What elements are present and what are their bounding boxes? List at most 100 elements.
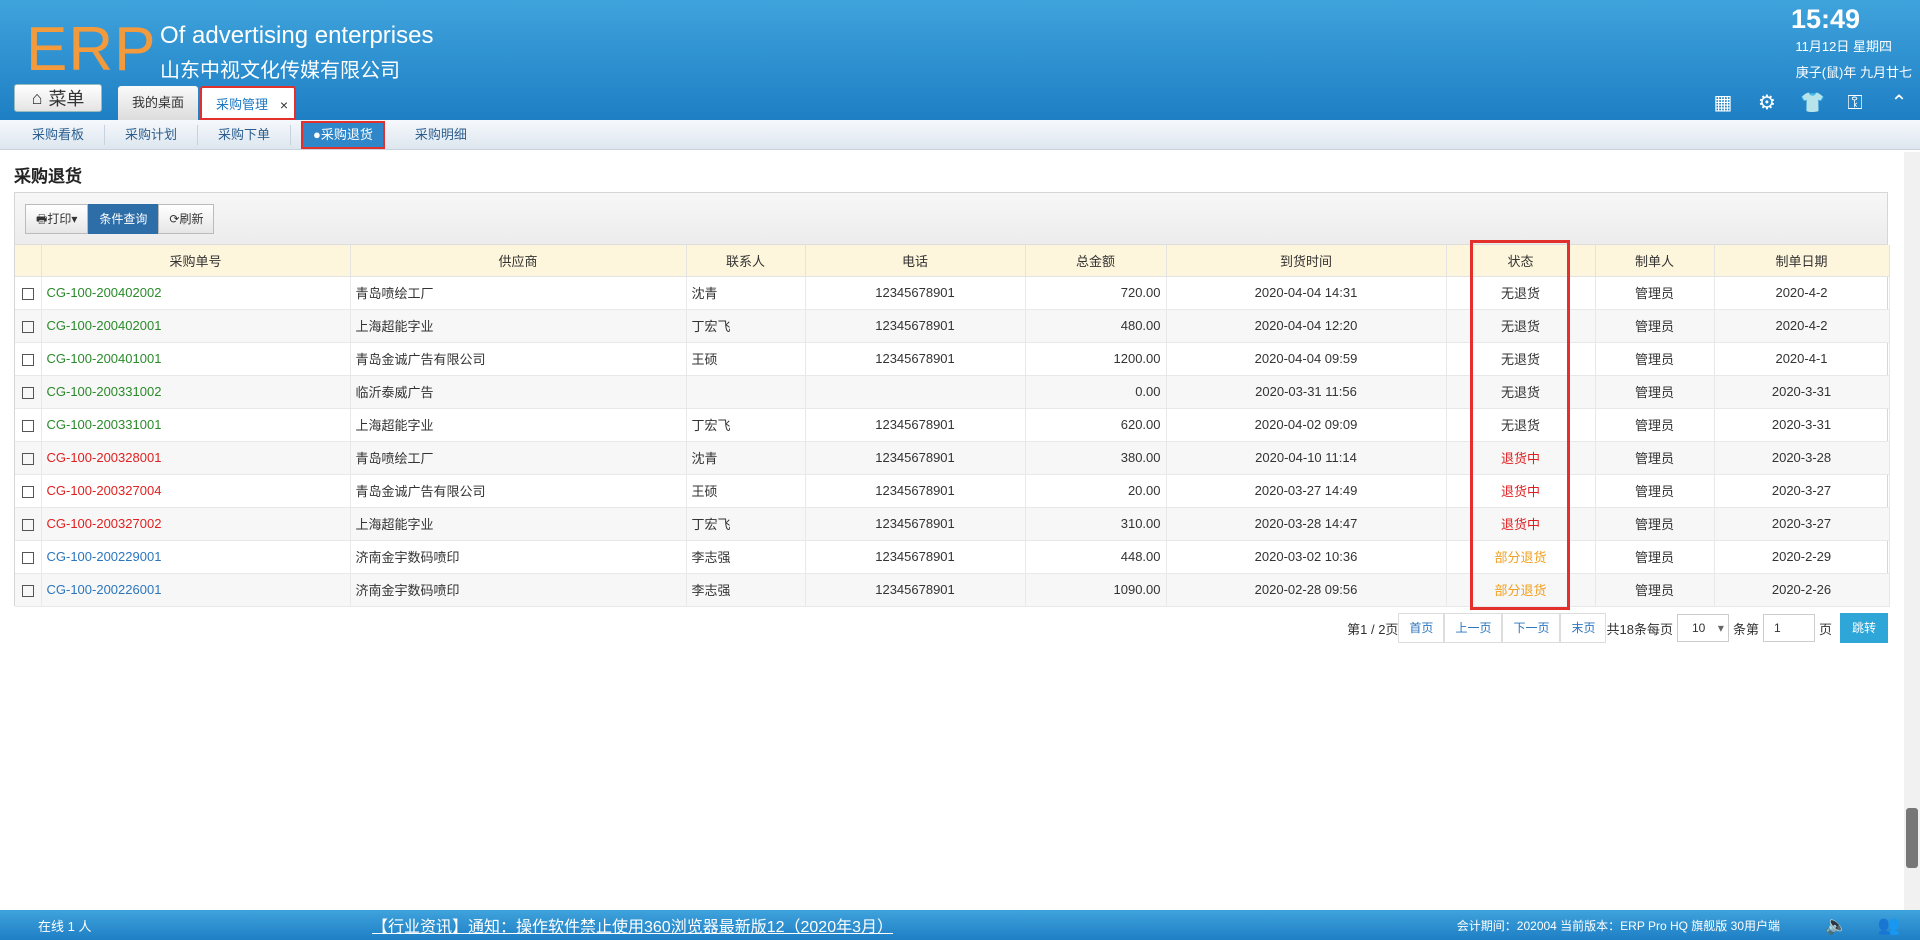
row-checkbox[interactable] bbox=[21, 287, 34, 300]
row-check-cell bbox=[15, 375, 42, 409]
footer-icons: 🔈 👥 bbox=[1825, 915, 1900, 936]
row-checkbox[interactable] bbox=[21, 584, 34, 597]
cell-order-no[interactable]: CG-100-200402002 bbox=[41, 276, 351, 310]
query-button[interactable]: 条件查询 bbox=[88, 203, 159, 234]
users-icon[interactable]: 👥 bbox=[1878, 915, 1900, 936]
cell-order-no[interactable]: CG-100-200226001 bbox=[41, 573, 351, 607]
cell-phone: 12345678901 bbox=[805, 507, 1026, 541]
row-check-cell bbox=[15, 342, 42, 376]
cell-order-no[interactable]: CG-100-200327004 bbox=[41, 474, 351, 508]
table-row[interactable]: CG-100-200331002 临沂泰威广告 0.00 2020-03-31 11:… bbox=[15, 375, 1890, 409]
table-row[interactable]: CG-100-200331001 上海超能字业 丁宏飞 12345678901 620.… bbox=[15, 408, 1890, 442]
row-checkbox[interactable] bbox=[21, 518, 34, 531]
tab-purchase-management[interactable]: 采购管理 × bbox=[200, 86, 297, 122]
table-row[interactable]: CG-100-200402002 青岛喷绘工厂 沈青 12345678901 720.0… bbox=[15, 276, 1890, 310]
cell-order-no[interactable]: CG-100-200401001 bbox=[41, 342, 351, 376]
row-checkbox[interactable] bbox=[21, 485, 34, 498]
key-icon[interactable]: ⚿ bbox=[1844, 92, 1866, 114]
subnav-purchase-board[interactable]: 采购看板 bbox=[12, 124, 106, 145]
cell-order-no[interactable]: CG-100-200402001 bbox=[41, 309, 351, 343]
row-check-cell bbox=[15, 507, 42, 541]
row-check-cell bbox=[15, 408, 42, 442]
header-contact[interactable]: 联系人 bbox=[686, 245, 806, 277]
header-order-no[interactable]: 采购单号 bbox=[41, 245, 351, 277]
header-amount[interactable]: 总金额 bbox=[1025, 245, 1167, 277]
cell-order-no[interactable]: CG-100-200331002 bbox=[41, 375, 351, 409]
next-page-button[interactable]: 下一页 bbox=[1502, 613, 1561, 643]
header-arrival[interactable]: 到货时间 bbox=[1166, 245, 1447, 277]
cell-creator: 管理员 bbox=[1595, 375, 1715, 409]
vertical-scrollbar[interactable] bbox=[1904, 152, 1920, 910]
shirt-icon[interactable]: 👕 bbox=[1800, 92, 1825, 114]
per-page-select[interactable]: 10 bbox=[1676, 614, 1729, 642]
header-supplier[interactable]: 供应商 bbox=[350, 245, 687, 277]
cell-order-no[interactable]: CG-100-200327002 bbox=[41, 507, 351, 541]
grid-add-icon[interactable]: ▦ bbox=[1712, 92, 1734, 114]
cell-phone bbox=[805, 375, 1026, 409]
cell-order-no[interactable]: CG-100-200328001 bbox=[41, 441, 351, 475]
cell-amount: 620.00 bbox=[1025, 408, 1167, 442]
row-checkbox[interactable] bbox=[21, 386, 34, 399]
cell-contact bbox=[686, 375, 806, 409]
cell-status: 无退货 bbox=[1446, 408, 1596, 442]
scrollbar-thumb[interactable] bbox=[1906, 808, 1918, 868]
cell-supplier: 青岛喷绘工厂 bbox=[350, 276, 687, 310]
cell-order-no[interactable]: CG-100-200331001 bbox=[41, 408, 351, 442]
sub-navigation: 采购看板 采购计划 采购下单 ●采购退货 采购明细 bbox=[0, 120, 1920, 150]
refresh-button[interactable]: ⟳刷新 bbox=[158, 203, 215, 234]
row-checkbox[interactable] bbox=[21, 419, 34, 432]
subnav-purchase-plan[interactable]: 采购计划 bbox=[105, 124, 199, 145]
subnav-purchase-return[interactable]: ●采购退货 bbox=[301, 120, 385, 149]
cell-supplier: 上海超能字业 bbox=[350, 309, 687, 343]
gear-icon[interactable]: ⚙ bbox=[1756, 92, 1778, 114]
go-button[interactable]: 跳转 bbox=[1839, 613, 1888, 643]
table-header: 采购单号 供应商 联系人 电话 总金额 到货时间 状态 制单人 制单日期 bbox=[15, 245, 1890, 277]
last-page-button[interactable]: 末页 bbox=[1560, 613, 1607, 643]
header-phone[interactable]: 电话 bbox=[805, 245, 1026, 277]
row-checkbox[interactable] bbox=[21, 353, 34, 366]
cell-phone: 12345678901 bbox=[805, 342, 1026, 376]
cell-date: 2020-3-31 bbox=[1714, 375, 1890, 409]
table-row[interactable]: CG-100-200327004 青岛金诚广告有限公司 王硕 12345678901 2… bbox=[15, 474, 1890, 508]
menu-label: 菜单 bbox=[48, 89, 85, 109]
page-number-input[interactable]: 1 bbox=[1762, 614, 1815, 642]
print-button[interactable]: 🖶打印▾ bbox=[25, 203, 89, 234]
cell-amount: 1090.00 bbox=[1025, 573, 1167, 607]
cell-phone: 12345678901 bbox=[805, 573, 1026, 607]
printer-icon: 🖶 bbox=[36, 211, 48, 226]
subnav-purchase-detail[interactable]: 采购明细 bbox=[395, 125, 487, 145]
menu-button[interactable]: ⌂ 菜单 bbox=[14, 84, 102, 112]
tab-desktop[interactable]: 我的桌面 bbox=[118, 86, 199, 120]
cell-amount: 448.00 bbox=[1025, 540, 1167, 574]
news-link[interactable]: 【行业资讯】通知：操作软件禁止使用360浏览器最新版12（2020年3月） bbox=[372, 913, 893, 937]
close-icon[interactable]: × bbox=[280, 88, 288, 122]
table-row[interactable]: CG-100-200401001 青岛金诚广告有限公司 王硕 12345678901 1… bbox=[15, 342, 1890, 376]
first-page-button[interactable]: 首页 bbox=[1398, 613, 1445, 643]
cell-phone: 12345678901 bbox=[805, 540, 1026, 574]
cell-supplier: 青岛金诚广告有限公司 bbox=[350, 474, 687, 508]
header-creator[interactable]: 制单人 bbox=[1595, 245, 1715, 277]
table-row[interactable]: CG-100-200226001 济南金宇数码喷印 李志强 12345678901 10… bbox=[15, 573, 1890, 607]
cell-creator: 管理员 bbox=[1595, 309, 1715, 343]
cell-creator: 管理员 bbox=[1595, 540, 1715, 574]
row-checkbox[interactable] bbox=[21, 551, 34, 564]
cell-order-no[interactable]: CG-100-200229001 bbox=[41, 540, 351, 574]
table-row[interactable]: CG-100-200402001 上海超能字业 丁宏飞 12345678901 480.… bbox=[15, 309, 1890, 343]
header-date[interactable]: 制单日期 bbox=[1714, 245, 1890, 277]
table-row[interactable]: CG-100-200328001 青岛喷绘工厂 沈青 12345678901 380.0… bbox=[15, 441, 1890, 475]
table-row[interactable]: CG-100-200327002 上海超能字业 丁宏飞 12345678901 310.… bbox=[15, 507, 1890, 541]
subnav-purchase-order[interactable]: 采购下单 bbox=[198, 124, 292, 145]
cell-amount: 310.00 bbox=[1025, 507, 1167, 541]
prev-page-button[interactable]: 上一页 bbox=[1444, 613, 1503, 643]
cell-date: 2020-3-28 bbox=[1714, 441, 1890, 475]
collapse-icon[interactable]: ⌃ bbox=[1888, 92, 1910, 114]
cell-arrival: 2020-03-28 14:47 bbox=[1166, 507, 1447, 541]
row-checkbox[interactable] bbox=[21, 452, 34, 465]
table-row[interactable]: CG-100-200229001 济南金宇数码喷印 李志强 12345678901 44… bbox=[15, 540, 1890, 574]
header-tools: ▦ ⚙ 👕 ⚿ ⌃ bbox=[1712, 92, 1910, 114]
cell-amount: 720.00 bbox=[1025, 276, 1167, 310]
header-status[interactable]: 状态 bbox=[1446, 245, 1596, 277]
lunar-date: 庚子(鼠)年 九月廿七 bbox=[1795, 65, 1912, 80]
row-checkbox[interactable] bbox=[21, 320, 34, 333]
speaker-icon[interactable]: 🔈 bbox=[1825, 915, 1847, 936]
